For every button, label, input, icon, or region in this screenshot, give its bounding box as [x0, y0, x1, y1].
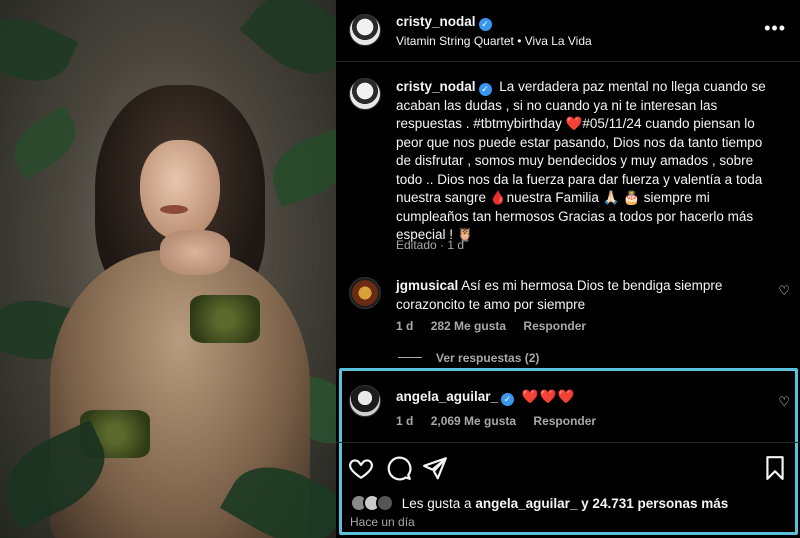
music-separator: •	[517, 34, 522, 48]
save-bookmark-icon[interactable]	[762, 455, 788, 481]
divider	[336, 442, 800, 443]
author-avatar[interactable]	[349, 14, 381, 46]
caption-author-username[interactable]: cristy_nodal ✓	[396, 79, 492, 96]
comment-username[interactable]: angela_aguilar_ ✓	[396, 389, 515, 406]
post-caption: cristy_nodal ✓ La verdadera paz mental no…	[396, 78, 776, 245]
comment-likes[interactable]: 2,069 Me gusta	[431, 414, 516, 428]
likes-prefix: Les gusta a	[401, 496, 472, 511]
comment-bubble-icon[interactable]	[386, 455, 412, 481]
caption-meta: Editado · 1 d	[396, 238, 465, 252]
caption-author-avatar[interactable]	[349, 78, 381, 110]
author-username[interactable]: cristy_nodal ✓	[396, 14, 492, 31]
verified-badge-icon: ✓	[478, 83, 492, 96]
post-photo	[0, 0, 336, 538]
replies-line	[398, 357, 422, 358]
comment-meta: 1 d 2,069 Me gusta Responder	[396, 414, 610, 428]
more-options-icon[interactable]: •••	[764, 18, 786, 39]
likes-others[interactable]: y 24.731 personas más	[581, 496, 728, 511]
comment-text: ❤️❤️❤️	[521, 389, 576, 404]
likes-summary[interactable]: Les gusta a angela_aguilar_ y 24.731 per…	[350, 494, 728, 512]
like-comment-heart-icon[interactable]: ♡	[778, 394, 790, 410]
comment-avatar[interactable]	[349, 277, 381, 309]
comment-item: jgmusical Así es mi hermosa Dios te bend…	[396, 277, 766, 314]
liker-avatars	[350, 494, 394, 512]
post-detail-panel: cristy_nodal ✓ Vitamin String Quartet • V…	[336, 0, 800, 538]
post-time-ago: Hace un día	[350, 515, 415, 529]
post-header: cristy_nodal ✓ Vitamin String Quartet • V…	[336, 0, 800, 62]
music-info[interactable]: Vitamin String Quartet • Viva La Vida	[396, 34, 592, 48]
reply-button[interactable]: Responder	[533, 414, 596, 428]
comment-avatar[interactable]	[349, 385, 381, 417]
reply-button[interactable]: Responder	[523, 319, 586, 333]
comment-time: 1 d	[396, 414, 414, 428]
like-comment-heart-icon[interactable]: ♡	[778, 283, 790, 299]
comment-time: 1 d	[396, 319, 414, 333]
view-replies-button[interactable]: Ver respuestas (2)	[398, 351, 539, 365]
author-username-text[interactable]: cristy_nodal	[396, 14, 476, 29]
comment-likes[interactable]: 282 Me gusta	[431, 319, 506, 333]
comment-item: angela_aguilar_ ✓ ❤️❤️❤️	[396, 389, 575, 406]
like-heart-icon[interactable]	[348, 455, 374, 481]
music-artist[interactable]: Vitamin String Quartet	[396, 34, 514, 48]
likes-user[interactable]: angela_aguilar_	[475, 496, 577, 511]
comment-meta: 1 d 282 Me gusta Responder	[396, 319, 600, 333]
verified-badge-icon: ✓	[478, 18, 492, 31]
verified-badge-icon: ✓	[501, 393, 515, 406]
music-title[interactable]: Viva La Vida	[525, 34, 592, 48]
caption-text: La verdadera paz mental no llega cuando …	[396, 79, 766, 242]
share-paper-plane-icon[interactable]	[422, 455, 448, 481]
comment-username[interactable]: jgmusical	[396, 278, 458, 293]
